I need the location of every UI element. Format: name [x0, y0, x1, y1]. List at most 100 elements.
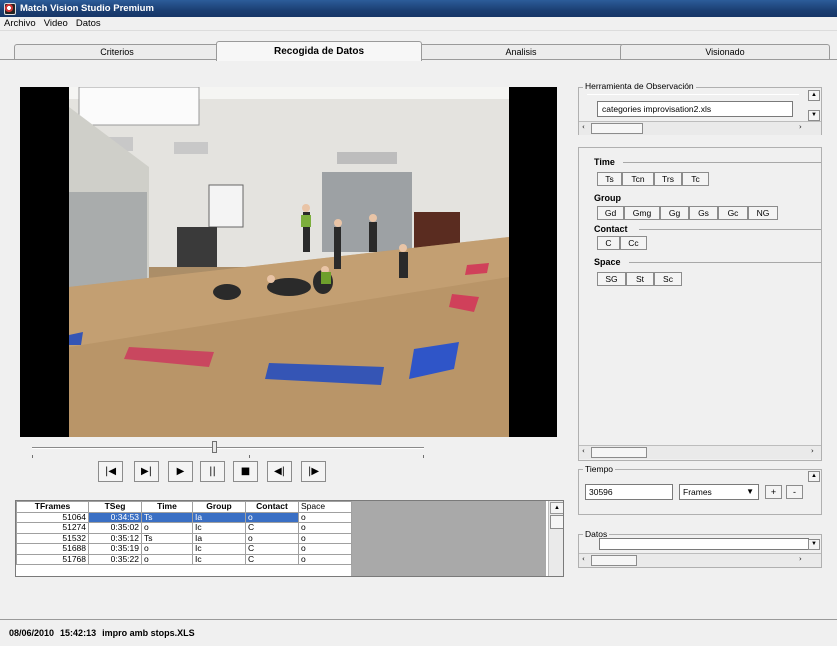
- cell-contact[interactable]: o: [245, 532, 299, 544]
- category-button-ng[interactable]: NG: [748, 206, 778, 220]
- tab-criterios[interactable]: Criterios: [14, 44, 220, 60]
- cell-group[interactable]: Ia: [192, 511, 246, 523]
- cell-time[interactable]: o: [141, 543, 193, 555]
- arrow-right-icon: ›: [811, 447, 814, 455]
- data-grid[interactable]: TFrames TSeg Time Group Contact Space 51…: [16, 501, 352, 565]
- table-vertical-scrollbar[interactable]: ▲: [548, 501, 563, 576]
- datos-horizontal-scrollbar[interactable]: ‹ ›: [579, 553, 821, 567]
- cell-group[interactable]: Ic: [192, 522, 246, 534]
- category-button-gg[interactable]: Gg: [660, 206, 689, 220]
- datos-down-button[interactable]: ▼: [808, 539, 820, 550]
- category-button-gc[interactable]: Gc: [718, 206, 748, 220]
- cell-tframes[interactable]: 51688: [16, 543, 89, 555]
- cell-tseg[interactable]: 0:35:02: [88, 522, 142, 534]
- play-button[interactable]: ▶: [168, 461, 193, 482]
- video-position-thumb[interactable]: [212, 441, 217, 453]
- tiempo-up-button[interactable]: ▲: [808, 471, 820, 482]
- cell-tseg[interactable]: 0:35:22: [88, 553, 142, 565]
- category-button-sc[interactable]: Sc: [654, 272, 682, 286]
- table-row[interactable]: 51768 0:35:22 o Ic C o: [16, 553, 352, 565]
- data-table[interactable]: TFrames TSeg Time Group Contact Space 51…: [15, 500, 564, 577]
- cell-group[interactable]: Ia: [192, 532, 246, 544]
- datos-scroll-thumb[interactable]: [591, 555, 637, 566]
- category-button-c[interactable]: C: [597, 236, 620, 250]
- tiempo-value-field[interactable]: 30596: [585, 484, 673, 500]
- cell-tframes[interactable]: 51532: [16, 532, 89, 544]
- table-row[interactable]: 51688 0:35:19 o Ic C o: [16, 543, 352, 555]
- tab-visionado[interactable]: Visionado: [620, 44, 830, 60]
- column-header-tseg[interactable]: TSeg: [88, 501, 142, 513]
- cell-group[interactable]: Ic: [192, 543, 246, 555]
- tiempo-minus-button[interactable]: -: [786, 485, 803, 499]
- datos-field[interactable]: [599, 538, 809, 550]
- cell-time[interactable]: o: [141, 522, 193, 534]
- cell-time[interactable]: Ts: [141, 511, 193, 523]
- observation-down-button[interactable]: ▼: [808, 110, 820, 121]
- arrow-left-icon: ‹: [582, 123, 585, 131]
- category-button-cc[interactable]: Cc: [620, 236, 647, 250]
- cell-space[interactable]: o: [298, 553, 352, 565]
- category-button-tc[interactable]: Tc: [682, 172, 709, 186]
- observation-horizontal-scrollbar[interactable]: ‹ ›: [579, 121, 821, 135]
- cell-time[interactable]: o: [141, 553, 193, 565]
- next-mark-button[interactable]: ▶|: [134, 461, 159, 482]
- cell-tseg[interactable]: 0:35:19: [88, 543, 142, 555]
- video-viewer[interactable]: [20, 87, 557, 437]
- cell-space[interactable]: o: [298, 522, 352, 534]
- tab-analisis[interactable]: Analisis: [418, 44, 624, 60]
- menu-video[interactable]: Video: [44, 18, 68, 29]
- category-button-st[interactable]: St: [626, 272, 654, 286]
- column-header-tframes[interactable]: TFrames: [16, 501, 89, 513]
- cell-group[interactable]: Ic: [192, 553, 246, 565]
- step-back-button[interactable]: ◀|: [267, 461, 292, 482]
- table-row[interactable]: 51532 0:35:12 Ts Ia o o: [16, 532, 352, 544]
- column-header-group[interactable]: Group: [192, 501, 246, 513]
- category-button-tcn[interactable]: Tcn: [622, 172, 654, 186]
- tiempo-unit-select[interactable]: Frames ▼: [679, 484, 759, 500]
- table-row[interactable]: 51274 0:35:02 o Ic C o: [16, 522, 352, 534]
- step-forward-button[interactable]: |▶: [301, 461, 326, 482]
- categories-scroll-thumb[interactable]: [591, 447, 647, 458]
- arrow-left-icon: ‹: [582, 447, 585, 455]
- category-button-sg[interactable]: SG: [597, 272, 626, 286]
- column-header-time[interactable]: Time: [141, 501, 193, 513]
- observation-scroll-thumb[interactable]: [591, 123, 643, 134]
- observation-up-button[interactable]: ▲: [808, 90, 820, 101]
- skip-back-icon: |◀: [104, 466, 117, 477]
- category-button-ts[interactable]: Ts: [597, 172, 622, 186]
- cell-time[interactable]: Ts: [141, 532, 193, 544]
- cell-space[interactable]: o: [298, 511, 352, 523]
- video-position-slider[interactable]: [32, 447, 424, 449]
- cell-space[interactable]: o: [298, 543, 352, 555]
- menu-datos[interactable]: Datos: [76, 18, 101, 29]
- tab-recogida-de-datos[interactable]: Recogida de Datos: [216, 41, 422, 61]
- cell-tframes[interactable]: 51064: [16, 511, 89, 523]
- pause-button[interactable]: ||: [200, 461, 225, 482]
- menu-archivo[interactable]: Archivo: [4, 18, 36, 29]
- category-button-trs[interactable]: Trs: [654, 172, 682, 186]
- cell-space[interactable]: o: [298, 532, 352, 544]
- cell-tframes[interactable]: 51768: [16, 553, 89, 565]
- cell-tseg[interactable]: 0:34:53: [88, 511, 142, 523]
- cell-contact[interactable]: C: [245, 522, 299, 534]
- cell-tseg[interactable]: 0:35:12: [88, 532, 142, 544]
- table-scroll-thumb[interactable]: [550, 515, 563, 529]
- cell-contact[interactable]: o: [245, 511, 299, 523]
- category-button-gd[interactable]: Gd: [597, 206, 624, 220]
- column-header-contact[interactable]: Contact: [245, 501, 299, 513]
- column-header-space[interactable]: Space: [298, 501, 352, 513]
- categories-horizontal-scrollbar[interactable]: ‹ ›: [579, 445, 821, 459]
- observation-tool-file-field[interactable]: categories improvisation2.xls: [597, 101, 793, 117]
- first-frame-button[interactable]: |◀: [98, 461, 123, 482]
- stop-button[interactable]: ■: [233, 461, 258, 482]
- table-empty-area: [351, 501, 546, 576]
- scroll-up-button[interactable]: ▲: [550, 502, 563, 514]
- cell-contact[interactable]: C: [245, 543, 299, 555]
- table-row[interactable]: 51064 0:34:53 Ts Ia o o: [16, 511, 352, 523]
- cell-contact[interactable]: C: [245, 553, 299, 565]
- category-button-gs[interactable]: Gs: [689, 206, 718, 220]
- tiempo-panel: Tiempo 30596 Frames ▼ + - ▲: [578, 464, 822, 515]
- category-button-gmg[interactable]: Gmg: [624, 206, 660, 220]
- tiempo-plus-button[interactable]: +: [765, 485, 782, 499]
- cell-tframes[interactable]: 51274: [16, 522, 89, 534]
